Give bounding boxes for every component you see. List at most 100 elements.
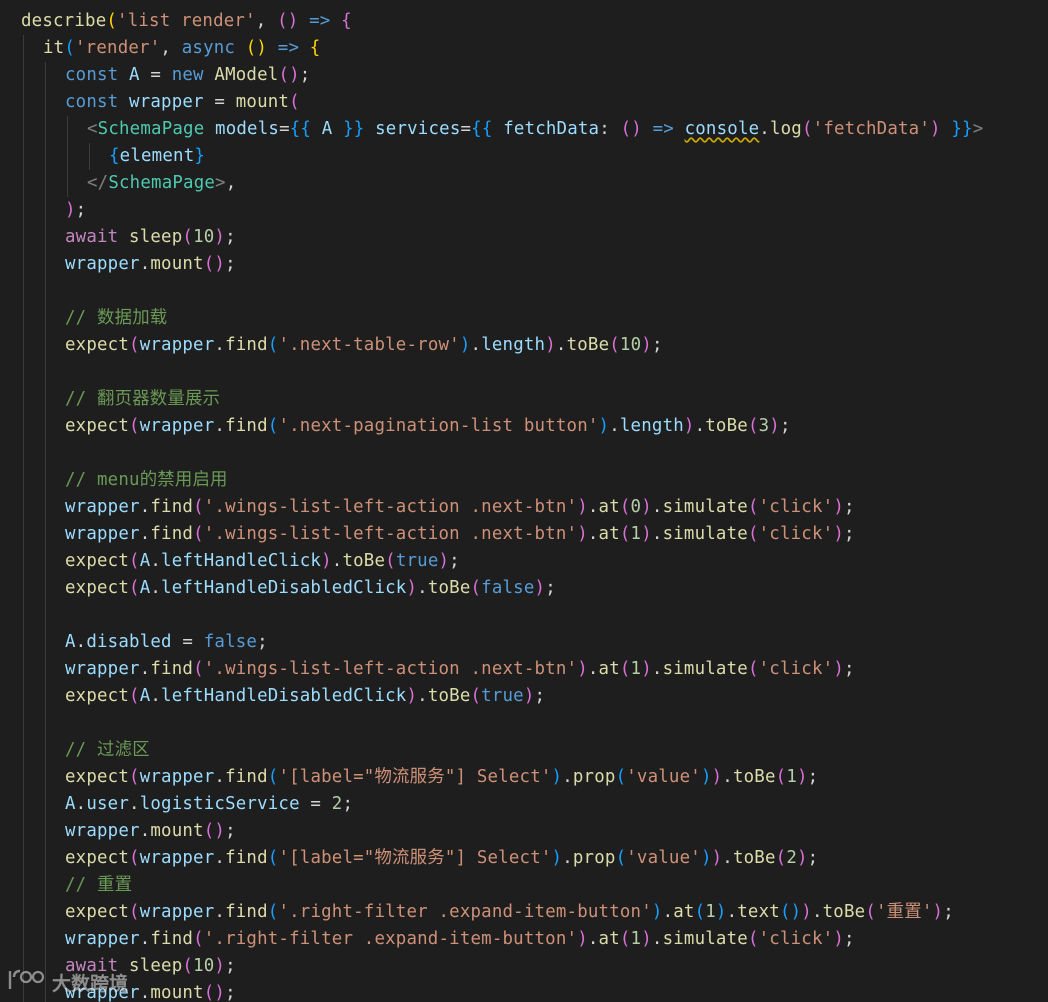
code-token: ; — [225, 254, 236, 274]
code-line[interactable]: // 重置 — [65, 872, 132, 899]
code-token: wrapper — [65, 659, 140, 679]
watermark: 大数跨境 — [6, 966, 128, 998]
code-token: await — [65, 227, 119, 247]
code-token: ) — [930, 119, 941, 139]
code-token: () — [203, 983, 226, 1002]
code-line[interactable]: wrapper.find('.right-filter .expand-item… — [65, 926, 855, 953]
code-token: simulate — [662, 929, 748, 949]
code-token: simulate — [662, 659, 748, 679]
code-line[interactable]: expect(wrapper.find('.next-table-row').l… — [65, 332, 663, 359]
code-token: ; — [843, 524, 855, 544]
code-line[interactable]: wrapper.mount(); — [65, 818, 236, 845]
code-token: wrapper — [65, 524, 140, 544]
code-line[interactable]: expect(wrapper.find('.right-filter .expa… — [65, 899, 954, 926]
code-token: . — [587, 497, 599, 517]
code-token: = — [460, 119, 472, 139]
code-token: ( — [182, 956, 194, 976]
code-line[interactable]: wrapper.find('.wings-list-left-action .n… — [65, 656, 855, 683]
code-line[interactable]: expect(A.leftHandleClick).toBe(true); — [65, 548, 460, 575]
code-line[interactable]: expect(wrapper.find('[label="物流服务"] Sele… — [65, 845, 818, 872]
code-token: 2 — [786, 848, 797, 868]
code-line[interactable]: A.user.logisticService = 2; — [65, 791, 353, 818]
code-line[interactable]: await sleep(10); — [65, 224, 236, 251]
indent-guide — [67, 116, 68, 197]
code-token: . — [75, 632, 87, 652]
code-token: ) — [711, 767, 723, 787]
code-token: . — [587, 524, 599, 544]
code-token: find — [225, 848, 268, 868]
code-line[interactable]: it('render', async () => { — [43, 35, 320, 62]
code-token: ; — [225, 227, 236, 247]
code-token: mount — [150, 983, 204, 1002]
code-token: 1 — [705, 902, 716, 922]
code-line[interactable]: expect(wrapper.find('[label="物流服务"] Sele… — [65, 764, 818, 791]
code-line[interactable]: <SchemaPage models={{ A }} services={{ f… — [87, 116, 983, 143]
code-token: . — [722, 767, 733, 787]
code-line[interactable]: const wrapper = mount( — [65, 89, 300, 116]
code-token: ; — [651, 335, 663, 355]
code-line[interactable]: // 数据加载 — [65, 305, 167, 332]
code-token: . — [662, 902, 674, 922]
code-token: ) — [577, 659, 588, 679]
code-token: 1 — [630, 659, 642, 679]
code-token: ) — [214, 227, 226, 247]
code-token: '.wings-list-left-action .next-btn' — [203, 524, 578, 544]
code-token: '[label="物流服务"] Select' — [278, 767, 552, 787]
code-line[interactable]: // 翻页器数量展示 — [65, 386, 220, 413]
code-line[interactable]: wrapper.find('.wings-list-left-action .n… — [65, 521, 855, 548]
code-token: ) — [833, 524, 844, 544]
code-token: => — [652, 119, 674, 139]
code-line[interactable]: // menu的禁用启用 — [65, 467, 228, 494]
code-token: ; — [75, 200, 87, 220]
code-token: wrapper — [139, 416, 215, 436]
code-line[interactable]: // 过滤区 — [65, 737, 150, 764]
indent-guide — [23, 35, 24, 1002]
code-token: ) — [438, 551, 450, 571]
code-line[interactable]: </SchemaPage>, — [87, 170, 236, 197]
code-token: . — [562, 848, 573, 868]
code-line[interactable]: wrapper.find('.wings-list-left-action .n… — [65, 494, 855, 521]
code-token: 'click' — [758, 524, 834, 544]
code-line[interactable]: expect(wrapper.find('.next-pagination-li… — [65, 413, 791, 440]
code-token: ) — [598, 416, 610, 436]
code-token: ( — [267, 335, 279, 355]
code-token: it — [43, 38, 65, 58]
code-token: . — [139, 659, 151, 679]
code-token: () — [278, 65, 300, 85]
code-token: 1 — [630, 929, 642, 949]
code-token: . — [129, 794, 140, 814]
code-token: => — [277, 38, 300, 58]
code-token: ( — [609, 335, 620, 355]
code-token: expect — [65, 686, 130, 706]
code-token: ( — [747, 416, 759, 436]
code-line[interactable]: expect(A.leftHandleDisabledClick).toBe(t… — [65, 683, 545, 710]
code-line[interactable]: ); — [65, 197, 86, 224]
code-token: . — [651, 497, 663, 517]
code-line[interactable]: describe('list render', () => { — [21, 8, 352, 35]
code-editor[interactable]: describe('list render', () => {it('rende… — [0, 0, 1048, 1002]
code-token: ) — [801, 902, 812, 922]
code-token: ( — [129, 416, 140, 436]
code-line[interactable]: expect(A.leftHandleDisabledClick).toBe(f… — [65, 575, 556, 602]
code-token: 1 — [630, 524, 642, 544]
code-line[interactable]: const A = new AModel(); — [65, 62, 310, 89]
code-line[interactable]: wrapper.mount(); — [65, 251, 236, 278]
code-token: ( — [64, 38, 76, 58]
code-token: ( — [619, 497, 631, 517]
code-token: 10 — [193, 956, 215, 976]
code-token: . — [651, 659, 663, 679]
code-token: ) — [551, 767, 563, 787]
code-line[interactable]: {element} — [109, 143, 205, 170]
code-token: sleep — [129, 227, 183, 247]
code-token: . — [139, 929, 151, 949]
code-token: ( — [267, 848, 279, 868]
code-token: . — [331, 551, 343, 571]
code-token: wrapper — [139, 335, 215, 355]
code-line[interactable]: A.disabled = false; — [65, 629, 268, 656]
code-token: simulate — [662, 524, 748, 544]
code-token: ) — [523, 686, 535, 706]
